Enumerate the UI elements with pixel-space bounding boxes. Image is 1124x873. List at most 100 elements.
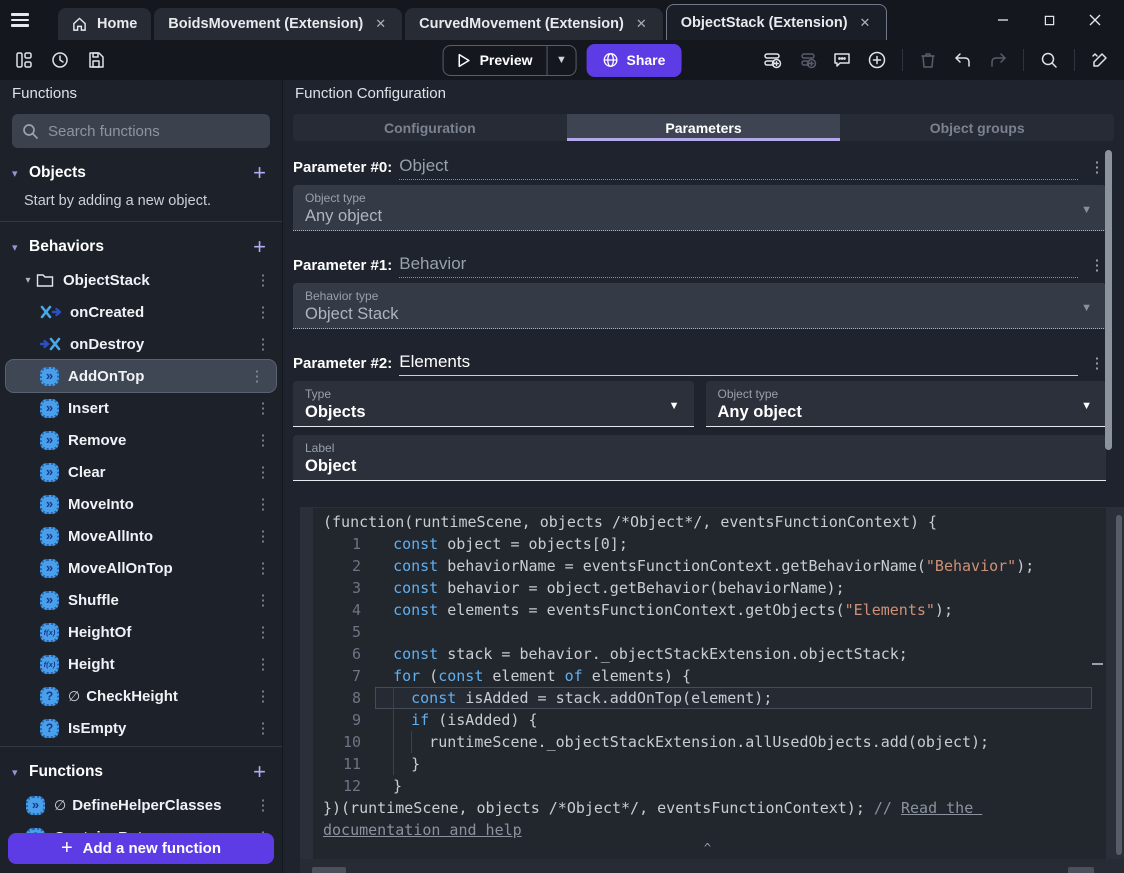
toolbar-right-icons — [762, 49, 1124, 71]
item-menu-button[interactable]: ⋮ — [254, 527, 272, 545]
sidebar-item-objectstack[interactable]: ▾ ObjectStack ⋮ — [0, 264, 282, 296]
tab-objectstack[interactable]: ObjectStack (Extension) ✕ — [665, 4, 888, 40]
add-subevent-icon[interactable] — [797, 50, 817, 70]
add-circle-icon[interactable] — [867, 50, 887, 70]
action-function-icon: » — [40, 558, 59, 578]
main-title: Function Configuration — [295, 85, 446, 102]
hamburger-icon — [11, 10, 29, 30]
item-menu-button[interactable]: ⋮ — [254, 431, 272, 449]
panels-icon[interactable] — [14, 50, 34, 70]
section-header-functions[interactable]: ▾ Functions + — [0, 755, 282, 789]
item-menu-button[interactable]: ⋮ — [254, 655, 272, 673]
tab-close-icon[interactable]: ✕ — [634, 14, 649, 34]
sidebar-item-ondestroy[interactable]: onDestroy ⋮ — [0, 328, 282, 360]
search-functions-input[interactable] — [48, 122, 260, 140]
sidebar-item-insert[interactable]: » Insert ⋮ — [0, 392, 282, 424]
line-number: 6 — [351, 645, 361, 663]
sidebar-item-checkheight[interactable]: ? ∅ CheckHeight ⋮ — [0, 680, 282, 712]
sidebar-item-oncreated[interactable]: onCreated ⋮ — [0, 296, 282, 328]
sidebar-item-moveinto[interactable]: » MoveInto ⋮ — [0, 488, 282, 520]
item-menu-button[interactable]: ⋮ — [248, 367, 266, 385]
parameters-scrollbar[interactable] — [1105, 150, 1112, 450]
save-icon[interactable] — [86, 50, 106, 70]
section-header-behaviors[interactable]: ▾ Behaviors + — [0, 230, 282, 264]
dropdown-object-type[interactable]: Object type Any object ▼ — [705, 381, 1106, 427]
history-clock-icon[interactable] — [50, 50, 70, 70]
close-button[interactable] — [1072, 5, 1118, 35]
preview-button[interactable]: Preview ▼ — [442, 44, 577, 76]
line-text: const elements = eventsFunctionContext.g… — [393, 601, 953, 619]
edit-theme-icon[interactable] — [1090, 50, 1110, 70]
dropdown-behavior-type[interactable]: Behavior type Object Stack ▼ — [293, 283, 1106, 329]
item-menu-button[interactable]: ⋮ — [254, 796, 272, 814]
chevron-down-icon: ▾ — [12, 766, 18, 779]
search-functions-box[interactable] — [12, 114, 270, 148]
tab-configuration[interactable]: Configuration — [293, 114, 567, 141]
dropdown-type[interactable]: Type Objects ▼ — [293, 381, 694, 427]
sidebar-item-heightof[interactable]: f(x) HeightOf ⋮ — [0, 616, 282, 648]
add-new-function-button[interactable]: + Add a new function — [8, 833, 274, 864]
add-objects-button[interactable]: + — [249, 162, 270, 184]
section-label: Functions — [29, 763, 104, 780]
minimize-button[interactable] — [980, 5, 1026, 35]
function-configuration-panel: Function Configuration Configuration Para… — [283, 80, 1124, 873]
parameter-name-input[interactable]: Elements — [399, 352, 1078, 376]
parameter-menu-button[interactable]: ⋮ — [1088, 354, 1106, 376]
parameter-name-input[interactable]: Object — [399, 156, 1078, 180]
sidebar-item-height[interactable]: f(x) Height ⋮ — [0, 648, 282, 680]
parameter-header-1: Parameter #1: Behavior ⋮ — [293, 248, 1106, 278]
parameter-name-input[interactable]: Behavior — [399, 254, 1078, 278]
js-code-editor[interactable]: (function(runtimeScene, objects /*Object… — [313, 508, 1106, 859]
sidebar-item-definehelperclasses[interactable]: » ∅ DefineHelperClasses ⋮ — [0, 789, 282, 821]
item-menu-button[interactable]: ⋮ — [254, 495, 272, 513]
parameter-menu-button[interactable]: ⋮ — [1088, 158, 1106, 180]
tab-object-groups[interactable]: Object groups — [840, 114, 1114, 141]
redo-icon[interactable] — [988, 50, 1008, 70]
item-menu-button[interactable]: ⋮ — [254, 623, 272, 641]
item-menu-button[interactable]: ⋮ — [254, 335, 272, 353]
line-text: } — [375, 777, 403, 795]
sidebar-item-moveallontop[interactable]: » MoveAllOnTop ⋮ — [0, 552, 282, 584]
tab-boidsmovement[interactable]: BoidsMovement (Extension) ✕ — [154, 8, 403, 40]
add-behaviors-button[interactable]: + — [249, 236, 270, 258]
preview-dropdown-button[interactable]: ▼ — [548, 54, 576, 66]
tab-close-icon[interactable]: ✕ — [373, 14, 388, 34]
sidebar-item-remove[interactable]: » Remove ⋮ — [0, 424, 282, 456]
maximize-button[interactable] — [1026, 5, 1072, 35]
main-menu-button[interactable] — [0, 0, 40, 40]
parameter-menu-button[interactable]: ⋮ — [1088, 256, 1106, 278]
item-menu-button[interactable]: ⋮ — [254, 687, 272, 705]
search-icon[interactable] — [1039, 50, 1059, 70]
item-menu-button[interactable]: ⋮ — [254, 719, 272, 737]
item-menu-button[interactable]: ⋮ — [254, 591, 272, 609]
item-menu-button[interactable]: ⋮ — [254, 399, 272, 417]
tab-home[interactable]: Home — [58, 8, 152, 40]
add-comment-icon[interactable] — [832, 50, 852, 70]
collapse-editor-button[interactable]: ^ — [323, 841, 1092, 857]
section-header-objects[interactable]: ▾ Objects + — [0, 156, 282, 190]
field-label[interactable]: LabelObject▼ — [293, 435, 1106, 481]
sidebar-item-moveallinto[interactable]: » MoveAllInto ⋮ — [0, 520, 282, 552]
item-menu-button[interactable]: ⋮ — [254, 463, 272, 481]
field-label: Type — [305, 387, 332, 401]
undo-icon[interactable] — [953, 50, 973, 70]
add-functions-button[interactable]: + — [249, 761, 270, 783]
code-editor-scrollbar[interactable] — [1116, 515, 1122, 855]
item-menu-button[interactable]: ⋮ — [254, 559, 272, 577]
sidebar-item-isempty[interactable]: ? IsEmpty ⋮ — [0, 712, 282, 744]
section-divider — [0, 746, 282, 747]
sidebar-item-clear[interactable]: » Clear ⋮ — [0, 456, 282, 488]
tab-close-icon[interactable]: ✕ — [858, 13, 873, 33]
add-event-icon[interactable] — [762, 50, 782, 70]
dropdown-object-type[interactable]: Object type Any object ▼ — [293, 185, 1106, 231]
tab-curvedmovement[interactable]: CurvedMovement (Extension) ✕ — [405, 8, 663, 40]
tab-parameters[interactable]: Parameters — [566, 114, 841, 141]
trash-icon[interactable] — [918, 50, 938, 70]
sidebar-item-shuffle[interactable]: » Shuffle ⋮ — [0, 584, 282, 616]
share-button[interactable]: Share — [586, 43, 682, 77]
condition-function-icon: ? — [40, 718, 59, 738]
item-menu-button[interactable]: ⋮ — [254, 271, 272, 289]
sidebar-item-addontop[interactable]: » AddOnTop ⋮ — [5, 359, 277, 393]
chevron-down-icon[interactable]: ▾ — [20, 275, 36, 286]
item-menu-button[interactable]: ⋮ — [254, 303, 272, 321]
